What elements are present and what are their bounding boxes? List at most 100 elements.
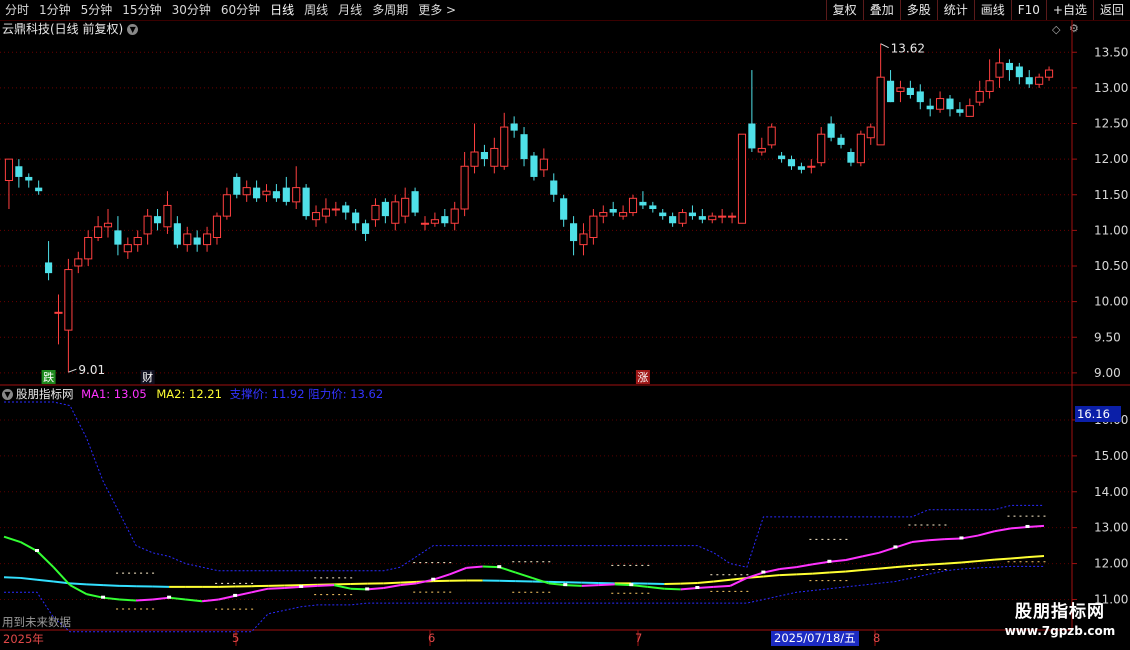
price-label: 13.50 xyxy=(1094,45,1128,59)
candle-body xyxy=(539,158,548,171)
candle-body xyxy=(936,98,945,110)
indicator-name[interactable]: 股朋指标网 xyxy=(16,387,74,401)
watermark-url: www.7gpzb.com xyxy=(1004,624,1116,638)
ma1-marker xyxy=(563,583,568,587)
ma1-marker xyxy=(497,565,502,569)
candle-body xyxy=(678,212,687,224)
ma1-segment xyxy=(268,586,285,590)
ma2-segment xyxy=(1010,556,1028,560)
candle-body xyxy=(233,176,241,195)
ma2-segment xyxy=(878,566,896,570)
current-value-box: 16.16 xyxy=(1075,406,1121,422)
ma1-segment xyxy=(961,534,979,540)
chevron-down-icon[interactable]: ▼ xyxy=(2,389,13,400)
ma1-value: MA1: 13.05 xyxy=(81,387,147,401)
low-label: 9.01 xyxy=(78,363,105,377)
ma1-segment xyxy=(994,527,1012,533)
ma2-segment xyxy=(845,569,863,573)
candle-body xyxy=(103,222,113,228)
candle-body xyxy=(599,212,608,217)
candle-body xyxy=(272,191,280,199)
ma1-marker xyxy=(695,585,700,589)
candle-body xyxy=(371,204,380,221)
candle-body xyxy=(737,133,747,224)
ma1-segment xyxy=(383,584,401,589)
ma1-segment xyxy=(234,591,252,597)
candle-body xyxy=(282,187,290,202)
ma2-value: MA2: 12.21 xyxy=(156,387,222,401)
candle-body xyxy=(807,165,816,168)
ma1-segment xyxy=(400,582,417,587)
ma1-segment xyxy=(102,596,120,601)
indicator-title: ▼ 股朋指标网 MA1: 13.05 MA2: 12.21 支撑价: 11.92 … xyxy=(2,386,383,402)
future-data-notice: 用到未来数据 xyxy=(2,615,71,629)
candle-body xyxy=(916,91,924,103)
watermark-title: 股朋指标网 xyxy=(1015,602,1105,622)
candle-body xyxy=(669,216,677,224)
ma1-marker xyxy=(167,595,172,599)
event-marker-label: 涨 xyxy=(637,371,648,384)
ma1-segment xyxy=(466,565,483,569)
kline-chart[interactable]: 13.50 13.00 12.50 12.00 11.50 11.00 10.50 10.00… xyxy=(0,0,1130,650)
candle-body xyxy=(311,212,321,221)
candle-body xyxy=(659,212,667,217)
ma2-segment xyxy=(103,584,120,587)
ma1-marker xyxy=(299,584,304,588)
ma1-segment xyxy=(565,584,582,587)
ma1-segment xyxy=(664,587,681,591)
candle-body xyxy=(212,215,222,238)
candle-body xyxy=(450,208,459,224)
ma1-segment xyxy=(350,587,368,591)
candle-body xyxy=(480,152,488,160)
candle-body xyxy=(1005,62,1013,71)
ma1-segment xyxy=(631,584,648,588)
ma1-segment xyxy=(812,560,830,566)
ma1-segment xyxy=(119,598,137,602)
candle-body xyxy=(441,216,449,224)
ma1-segment xyxy=(796,563,814,569)
ma1-segment xyxy=(548,582,566,587)
candle-body xyxy=(183,233,192,246)
candle-body xyxy=(331,208,340,211)
watermark: 股朋指标网 www.7gpzb.com xyxy=(990,600,1130,638)
support-value: 支撑价: 11.92 xyxy=(229,387,305,401)
ma1-segment xyxy=(928,538,946,542)
ma1-segment xyxy=(218,594,236,601)
x-label-year: 2025年 xyxy=(3,632,44,646)
ma1-segment xyxy=(862,551,880,558)
candle-body xyxy=(143,215,152,235)
ma1-segment xyxy=(614,583,632,587)
candle-body xyxy=(133,237,142,246)
high-label: 13.62 xyxy=(891,42,925,56)
ma1-segment xyxy=(977,530,995,537)
ma2-segment xyxy=(3,576,21,579)
candle-body xyxy=(510,123,518,131)
candle-body xyxy=(817,133,826,164)
candle-body xyxy=(698,216,706,220)
x-label-5: 5 xyxy=(232,631,240,645)
ma2-segment xyxy=(69,582,87,586)
candle-body xyxy=(302,187,310,217)
candle-body xyxy=(84,237,93,260)
candle-body xyxy=(54,311,63,314)
candle-body xyxy=(639,201,647,206)
candle-body xyxy=(45,262,53,274)
candle-body xyxy=(203,233,212,246)
ma1-segment xyxy=(895,541,913,549)
ma2-segment xyxy=(779,573,797,577)
high-pointer xyxy=(880,43,889,49)
candle-body xyxy=(1025,77,1033,85)
candle-body xyxy=(242,187,251,196)
candle-body xyxy=(827,123,835,138)
date-axis: 2025年 5 6 7 8 xyxy=(0,630,1072,650)
candle-body xyxy=(381,201,389,217)
ma1-segment xyxy=(3,535,21,543)
candle-body xyxy=(906,87,914,95)
candle-body xyxy=(193,237,201,245)
ma2-segment xyxy=(829,570,846,574)
ma2-segment xyxy=(895,564,913,569)
ind-axis-label: 15.00 xyxy=(1094,449,1128,463)
ma1-segment xyxy=(301,584,318,588)
candle-body xyxy=(609,209,617,213)
candle-body xyxy=(1044,69,1054,78)
